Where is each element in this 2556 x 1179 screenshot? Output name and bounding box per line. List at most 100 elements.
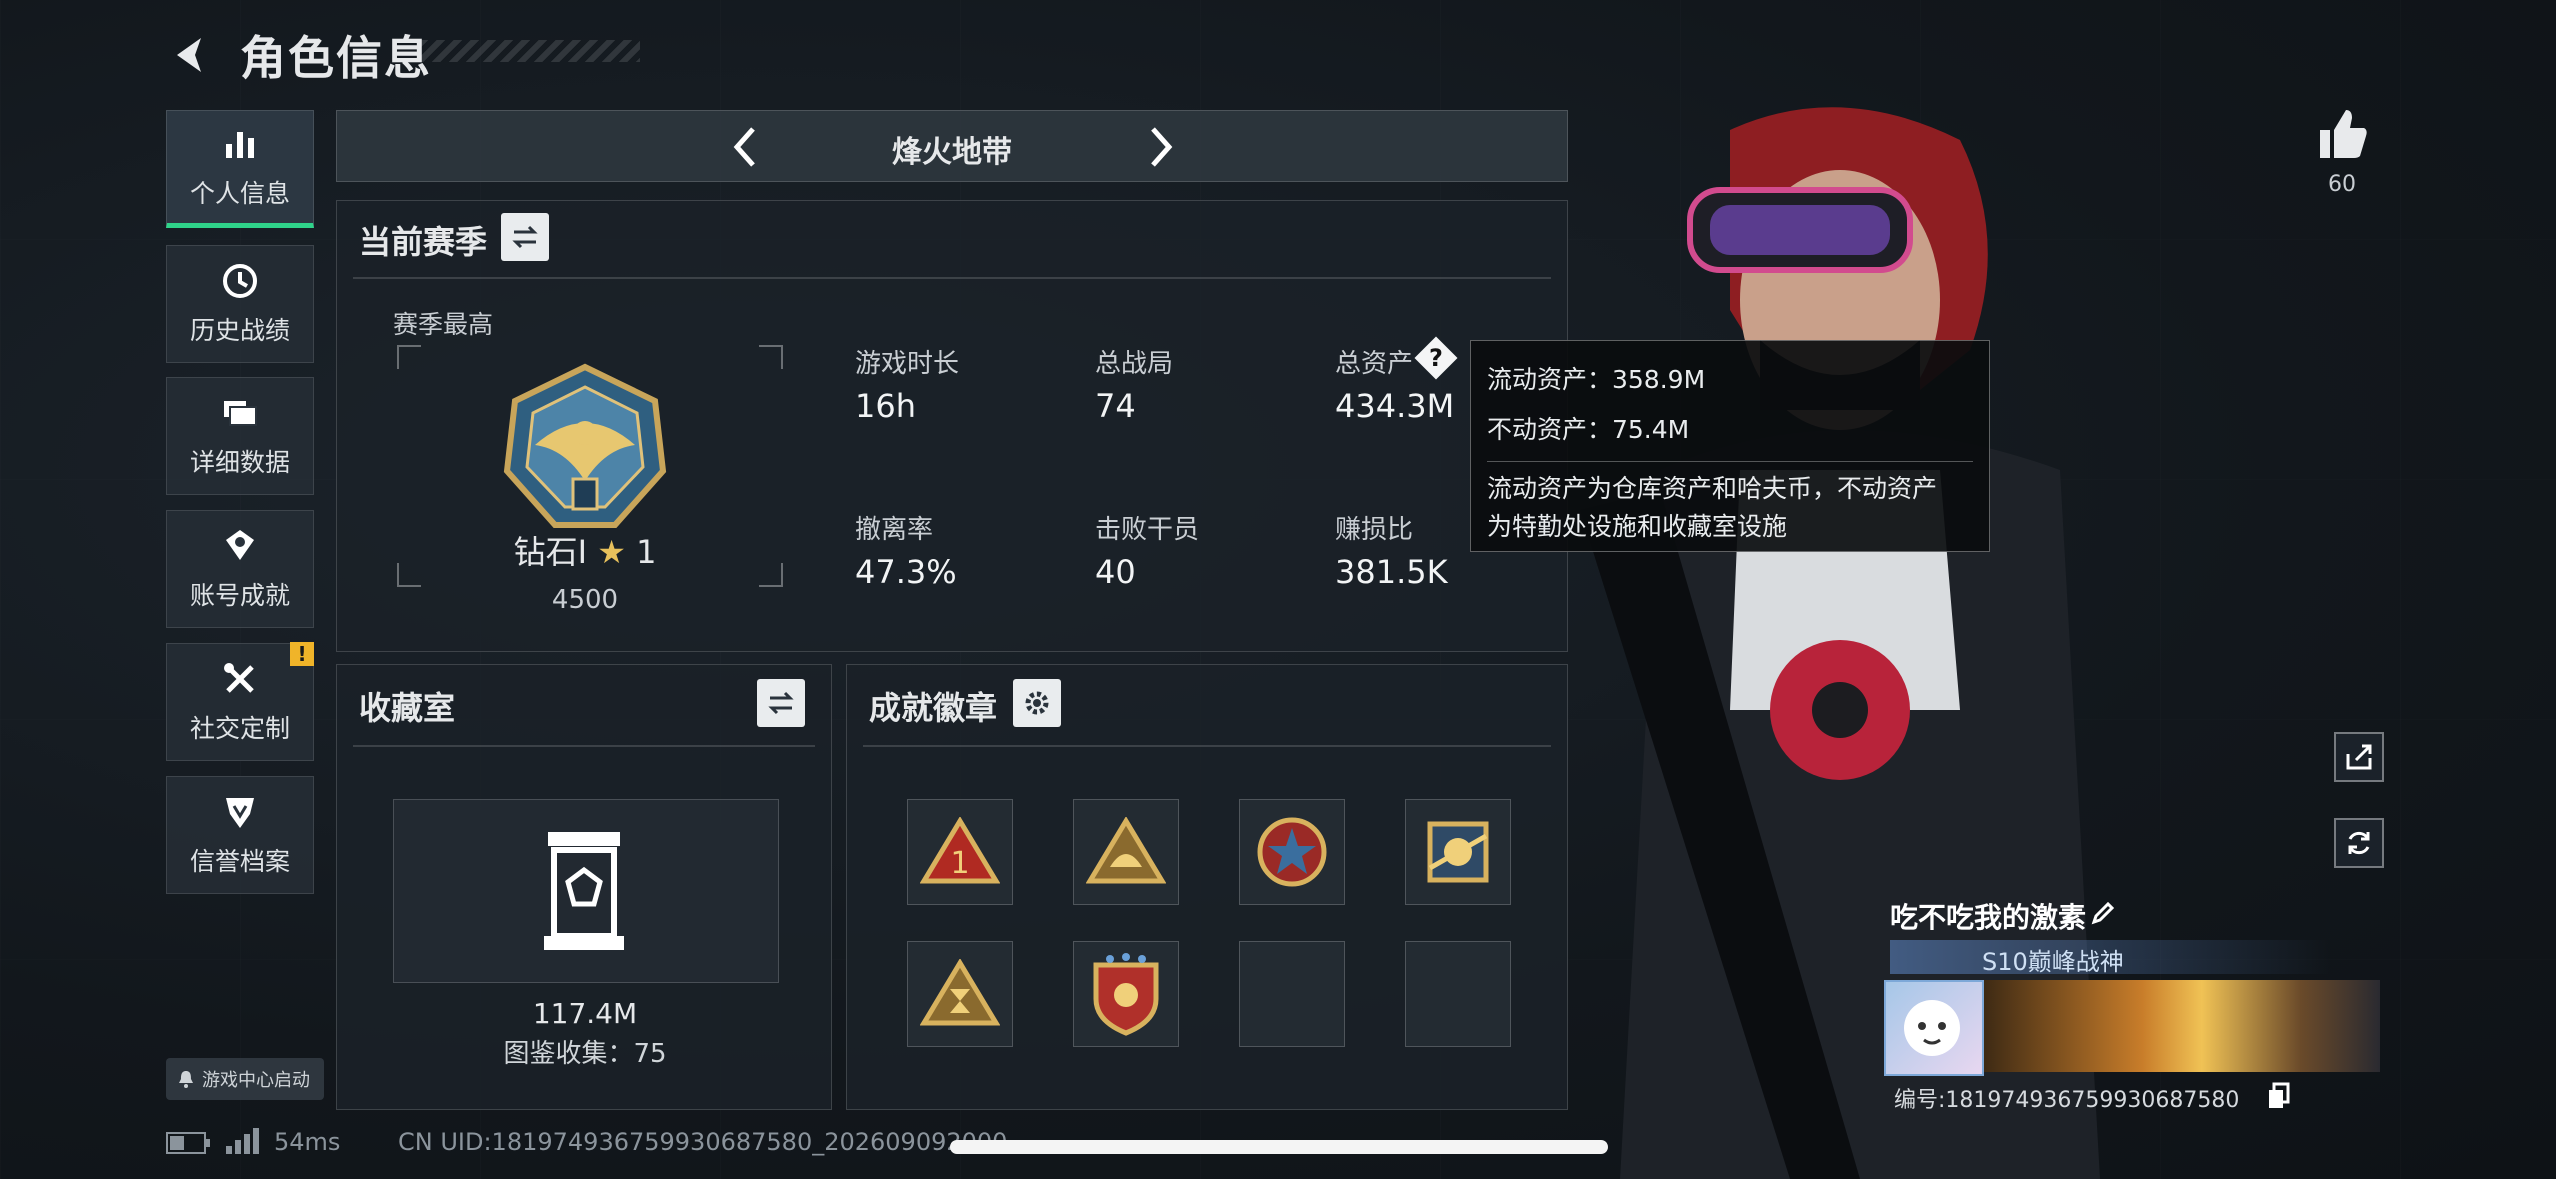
- sidebar-item-label: 信誉档案: [189, 847, 290, 876]
- ping: 54ms: [274, 1128, 341, 1156]
- rank-points: 4500: [551, 585, 619, 615]
- achievement-badge-slot[interactable]: [1405, 799, 1511, 905]
- tooltip-desc-line1: 流动资产为仓库资产和哈夫币，不动资产: [1487, 474, 1938, 503]
- rank-line: 钻石I ★ 1: [337, 527, 833, 573]
- tooltip-desc-line2: 为特勤处设施和收藏室设施: [1487, 512, 1788, 541]
- achievement-badge-slot-empty[interactable]: [1239, 941, 1345, 1047]
- achievement-badge-slot[interactable]: [907, 941, 1013, 1047]
- sidebar-item-achievements[interactable]: 账号成就: [166, 510, 314, 628]
- stat-value: 16h: [855, 387, 916, 425]
- tooltip-divider: [1487, 461, 1973, 462]
- svg-text:1: 1: [950, 846, 969, 881]
- frame-corner: [397, 345, 421, 369]
- like-count: 60: [2328, 172, 2356, 197]
- shield-medal-icon: [1093, 953, 1159, 1036]
- season-switch-button[interactable]: [501, 213, 549, 261]
- player-name: 吃不吃我的激素: [1890, 901, 2087, 934]
- stat-label: 撤离率: [855, 515, 934, 545]
- title-decoration: [420, 40, 640, 62]
- stat-value: 40: [1095, 553, 1136, 591]
- achievement-badge-slot-empty[interactable]: [1405, 941, 1511, 1047]
- clock-icon: [223, 264, 257, 298]
- like-button[interactable]: [2312, 104, 2372, 164]
- refresh-icon: [2348, 831, 2370, 855]
- thumbs-up-icon: [2320, 110, 2367, 158]
- collection-panel: 收藏室 117.4M 图鉴收集：75: [336, 664, 832, 1110]
- chevron-right-icon[interactable]: [1131, 119, 1187, 175]
- stat-value: 74: [1095, 387, 1136, 425]
- tools-icon: [224, 663, 254, 693]
- share-button[interactable]: [2334, 732, 2384, 782]
- edit-name-icon[interactable]: [2088, 898, 2118, 928]
- sidebar-item-reputation[interactable]: 信誉档案: [166, 776, 314, 894]
- helmet-badge-icon: [1086, 817, 1166, 884]
- rank-one-badge-icon: 1: [920, 817, 1000, 884]
- stat-value: 47.3%: [855, 553, 957, 591]
- mode-name: 烽火地带: [892, 135, 1012, 170]
- achievements-settings-button[interactable]: [1013, 679, 1061, 727]
- assets-tooltip: 流动资产：358.9M 不动资产：75.4M 流动资产为仓库资产和哈夫币，不动资…: [1470, 340, 1990, 552]
- sidebar-item-label: 账号成就: [189, 581, 290, 610]
- launch-label: 游戏中心启动: [202, 1070, 310, 1091]
- tooltip-liquid: 流动资产：358.9M: [1487, 365, 1706, 394]
- game-center-launch[interactable]: 游戏中心启动: [166, 1058, 324, 1100]
- refresh-button[interactable]: [2334, 818, 2384, 868]
- page-title: 角色信息: [240, 31, 432, 85]
- stat-value: 434.3M: [1335, 387, 1455, 425]
- star-icon: ★: [597, 533, 626, 571]
- gear-icon: [1025, 691, 1049, 715]
- alert-badge: !: [290, 642, 314, 666]
- back-button[interactable]: [165, 30, 215, 80]
- rank-name: 钻石I: [513, 533, 588, 571]
- achievement-badge-slot[interactable]: [1239, 799, 1345, 905]
- achievements-panel: 成就徽章 1: [846, 664, 1568, 1110]
- stat-label: 赚损比: [1335, 515, 1414, 545]
- sidebar-item-label: 详细数据: [189, 448, 290, 477]
- star-medal-icon: [1257, 817, 1327, 887]
- stat-value: 381.5K: [1335, 553, 1448, 591]
- collection-catalog: 图鉴收集：75: [503, 1039, 667, 1069]
- collection-divider: [353, 745, 815, 747]
- player-id: 编号:18197493675993068758​0: [1894, 1088, 2240, 1113]
- collection-switch-button[interactable]: [757, 679, 805, 727]
- achievement-badge-slot[interactable]: [1073, 799, 1179, 905]
- avatar-face-icon: [1904, 1000, 1960, 1056]
- rank-stars: 1: [636, 533, 657, 571]
- mode-switcher: 烽火地带: [336, 110, 1568, 182]
- season-title: 当前赛季: [359, 223, 488, 261]
- sidebar-item-label: 个人信息: [189, 179, 290, 208]
- signal-icon: [226, 1128, 259, 1154]
- bar-chart-icon: [226, 132, 254, 158]
- collection-value: 117.4M: [532, 997, 638, 1030]
- sidebar-item-personal-info[interactable]: 个人信息: [166, 110, 314, 228]
- uid-line: CN UID:18197493675993068758​0_20260909​2…: [398, 1128, 1008, 1156]
- sidebar-item-label: 社交定制: [189, 714, 290, 743]
- tooltip-fixed: 不动资产：75.4M: [1487, 415, 1690, 444]
- achievements-divider: [863, 745, 1551, 747]
- copy-icon[interactable]: [2266, 1082, 2292, 1110]
- sidebar-item-history[interactable]: 历史战绩: [166, 245, 314, 363]
- hourglass-badge-icon: [920, 959, 1000, 1026]
- sidebar-item-details[interactable]: 详细数据: [166, 377, 314, 495]
- achievement-badge-slot[interactable]: 1: [907, 799, 1013, 905]
- name-card-banner[interactable]: [1984, 980, 2380, 1072]
- folder-icon: [224, 401, 257, 426]
- collection-preview[interactable]: [393, 799, 779, 983]
- stat-label: 总战局: [1095, 349, 1174, 379]
- avatar[interactable]: [1884, 980, 1984, 1076]
- swap-icon: [768, 691, 794, 715]
- bell-icon: [179, 1071, 193, 1088]
- swap-icon: [512, 225, 538, 249]
- back-arrow-icon: [177, 38, 201, 72]
- home-indicator[interactable]: [950, 1140, 1608, 1154]
- frame-corner: [759, 345, 783, 369]
- achievement-badge-slot[interactable]: [1073, 941, 1179, 1047]
- shield-icon: [226, 798, 254, 828]
- battery-icon: [166, 1132, 210, 1154]
- vault-display-icon: [544, 832, 624, 950]
- collection-title: 收藏室: [359, 689, 456, 727]
- stat-label: 击败干员: [1095, 515, 1200, 545]
- player-title: S10巅峰战神: [1982, 948, 2124, 976]
- share-icon: [2346, 744, 2372, 770]
- achievements-title: 成就徽章: [869, 689, 998, 727]
